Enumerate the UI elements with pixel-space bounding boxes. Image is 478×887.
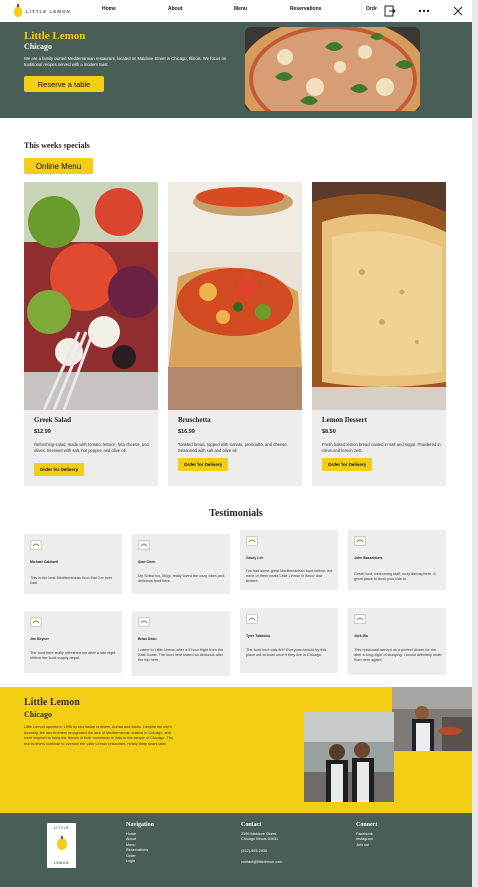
special-description: Refreshing salad, made with tomato, lett… [34, 442, 149, 453]
order-delivery-button[interactable]: Order for Delivery [34, 463, 84, 476]
footer-logo-bottom: LEMON [53, 861, 70, 865]
avatar [30, 540, 42, 550]
testimonial-name: Casey Lee [246, 556, 264, 560]
more-icon[interactable] [410, 0, 438, 22]
footer-link-login[interactable]: Login [126, 859, 154, 864]
order-delivery-button[interactable]: Order for Delivery [322, 458, 372, 471]
testimonials-title: Testimonials [209, 508, 263, 519]
testimonial-text: The food here was fire! Everyone should … [246, 648, 327, 658]
avatar [354, 536, 366, 546]
testimonial-name: Jim Beyner [30, 637, 49, 641]
special-price: $8.50 [322, 429, 336, 435]
testimonial-name: Brian Dean [138, 637, 157, 641]
testimonial-name: Jack Wu [354, 634, 369, 638]
special-card-bruschetta: Bruschetta $16.99 Toasted bread, topped … [168, 182, 302, 486]
special-price: $16.99 [178, 429, 195, 435]
testimonial-text: I came to Little Lemon after a 5 hour fl… [138, 648, 224, 663]
testimonial-card: Tyler Tobasiso The food here was fire! E… [240, 608, 338, 673]
hero-image [245, 27, 420, 111]
special-description: Toasted bread, topped with tomato, prosc… [178, 442, 288, 453]
about-subtitle: Chicago [24, 710, 52, 719]
online-menu-button[interactable]: Online Menu [24, 158, 93, 174]
avatar [246, 614, 258, 624]
bruschetta-image [168, 182, 302, 410]
special-price: $12.99 [34, 429, 51, 435]
contact-phone[interactable]: (312)-593-2930 [241, 849, 282, 854]
testimonial-text: Great food, welcoming staff, cozy atmosp… [354, 572, 436, 582]
about-section: Little Lemon Chicago Little Lemon opened… [0, 687, 472, 813]
footer-nav-title: Navigation [126, 822, 155, 828]
testimonial-name: Alan Chen [138, 560, 156, 564]
special-name: Lemon Dessert [322, 416, 367, 424]
special-name: Greek Salad [34, 416, 72, 424]
testimonial-name: Tyler Tobasiso [246, 634, 271, 638]
close-icon[interactable] [444, 0, 472, 22]
greek-salad-image [24, 182, 158, 410]
about-text: Little Lemon opened in 1995 by two Itali… [24, 725, 173, 746]
nav-link-about[interactable]: About [168, 6, 182, 12]
footer-contact: Contact 2395 Maldove Street, Chicago Ill… [241, 822, 282, 866]
testimonial-text: The food here really refreshed me after … [30, 651, 116, 661]
contact-email[interactable]: contact@littlelemon.com [241, 860, 282, 865]
testimonial-card: Casey Lee I've had some great Mediterran… [240, 530, 338, 590]
chefs-cooking-image [392, 687, 472, 751]
about-title: Little Lemon [24, 697, 80, 708]
nav-link-home[interactable]: Home [102, 6, 116, 12]
testimonial-card: John Bazzelduns Great food, welcoming st… [348, 530, 446, 590]
reserve-table-button[interactable]: Reserve a table [24, 76, 104, 92]
order-delivery-button[interactable]: Order for Delivery [178, 458, 228, 471]
specials-title: This weeks specials [24, 141, 90, 150]
testimonial-card: Jim Beyner The food here really refreshe… [24, 611, 122, 673]
footer-connect-title: Connect [356, 822, 378, 828]
testimonial-card: Brian Dean I came to Little Lemon after … [132, 611, 230, 676]
restaurant-owners-image [304, 712, 394, 802]
avatar [246, 536, 258, 546]
footer-logo-top: LITTLE [53, 826, 70, 830]
hero-subtitle: Chicago [24, 42, 52, 51]
avatar [138, 617, 150, 627]
testimonial-card: Alan Chen My Shiba Inu, Mugi, really lov… [132, 534, 230, 594]
footer-connect: Connect Facebook Instagram Join us! [356, 822, 377, 848]
avatar [30, 617, 42, 627]
top-nav: LITTLE LEMON Home About Menu Reservation… [0, 0, 472, 22]
page: LITTLE LEMON Home About Menu Reservation… [0, 0, 472, 887]
exit-icon[interactable] [376, 0, 404, 22]
testimonial-card: Michael Caldwell This is the best Medite… [24, 534, 122, 594]
testimonial-name: Michael Caldwell [30, 560, 59, 564]
footer-contact-title: Contact [241, 822, 262, 828]
footer-link-join[interactable]: Join us! [356, 843, 377, 848]
special-description: Fresh baked lemon bread coated in salt a… [322, 442, 441, 453]
testimonial-name: John Bazzelduns [354, 556, 383, 560]
testimonial-card: Jack Wu This restaurant served as a perf… [348, 608, 446, 675]
testimonial-text: I've had some great Mediterranean food b… [246, 569, 333, 584]
hero-description: We are a family owned Mediterranean rest… [24, 56, 227, 67]
footer-navigation: Navigation Home About Menu Reservations … [126, 822, 154, 864]
hero-section: Little Lemon Chicago We are a family own… [0, 22, 472, 118]
lemon-icon [56, 835, 68, 856]
footer: LITTLE LEMON Navigation Home About Menu … [0, 813, 472, 887]
special-card-lemon-dessert: Lemon Dessert $8.50 Fresh baked lemon br… [312, 182, 446, 486]
avatar [354, 614, 366, 624]
avatar [138, 540, 150, 550]
testimonial-text: This restaurant served as a perfect dinn… [354, 648, 442, 663]
special-name: Bruschetta [178, 416, 211, 424]
testimonial-text: My Shiba Inu, Mugi, really loved the coz… [138, 574, 225, 584]
hero-title: Little Lemon [24, 30, 86, 42]
testimonial-text: This is the best Mediterranean food that… [30, 576, 113, 586]
browser-actions [370, 0, 472, 22]
lemon-dessert-image [312, 182, 446, 410]
footer-logo[interactable]: LITTLE LEMON [47, 823, 76, 868]
special-card-greek-salad: Greek Salad $12.99 Refreshing salad, mad… [24, 182, 158, 486]
nav-link-reservations[interactable]: Reservations [290, 6, 321, 12]
contact-address-line-2: Chicago Illinois 60631 [241, 837, 279, 842]
nav-link-menu[interactable]: Menu [234, 6, 247, 12]
